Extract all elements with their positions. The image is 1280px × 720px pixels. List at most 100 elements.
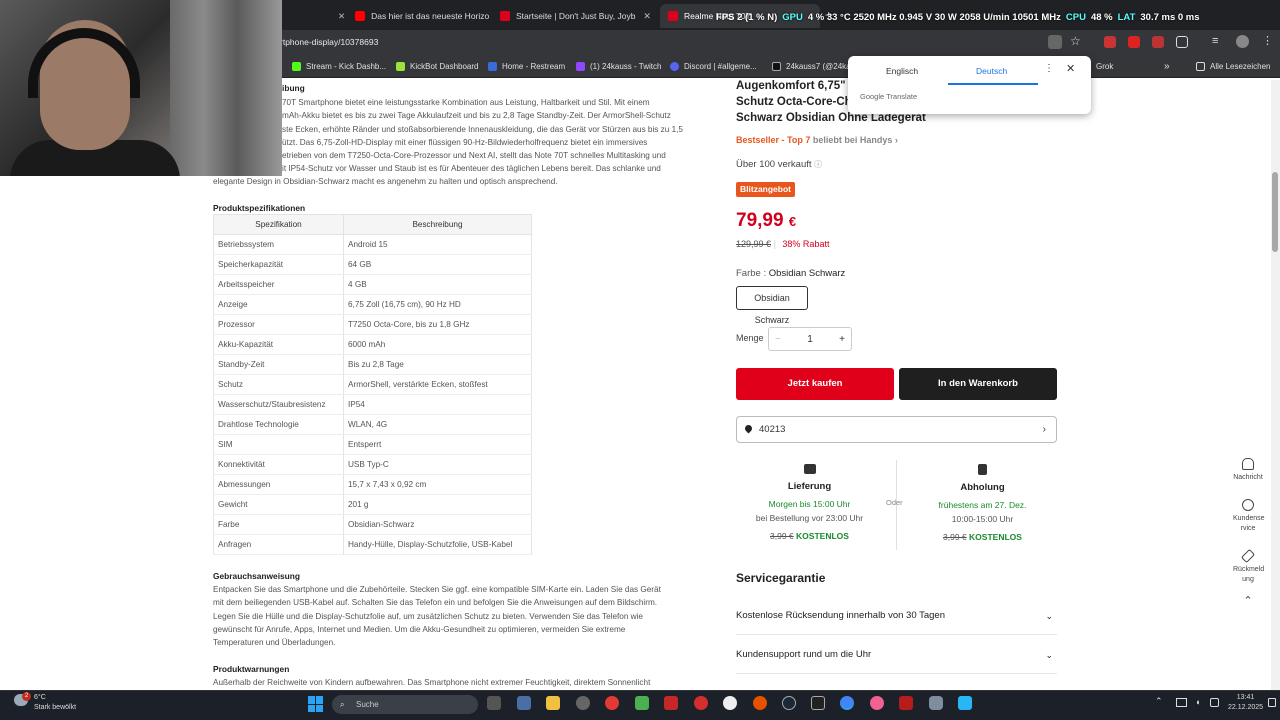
more-options-icon[interactable]: ⋮ xyxy=(1044,63,1054,74)
bookmark-label: Stream - Kick Dashb... xyxy=(306,61,387,71)
spec-value: Android 15 xyxy=(343,234,532,255)
app-icon[interactable] xyxy=(929,696,943,710)
spec-name: Schutz xyxy=(213,374,344,395)
browser-tab-store[interactable]: Startseite | Don't Just Buy, Joyb ✕ xyxy=(492,4,654,28)
floating-label: Rückmeld ung xyxy=(1233,566,1265,583)
tab-search-icon[interactable]: ≡ xyxy=(1212,35,1218,47)
steam-icon[interactable] xyxy=(782,696,796,710)
clock[interactable]: 13:41 22.12.2025 xyxy=(1228,693,1263,713)
bookmark-item[interactable]: 24kauss7 (@24ka xyxy=(772,58,851,74)
chevron-right-icon: › xyxy=(894,135,898,145)
spec-name: Drahtlose Technologie xyxy=(213,414,344,435)
feedback-button[interactable]: Rückmeld ung xyxy=(1226,548,1270,585)
kick-icon xyxy=(292,61,301,71)
weather-widget[interactable]: 6°C Stark bewölkt xyxy=(34,693,76,713)
floating-label: Kundense rvice xyxy=(1233,515,1265,532)
app-icon[interactable] xyxy=(958,696,972,710)
flash-deal-badge: Blitzangebot xyxy=(736,182,795,197)
pickup-option[interactable]: Abholung frühestens am 27. Dez. 10:00-15… xyxy=(910,460,1055,544)
app-icon[interactable] xyxy=(899,696,913,710)
bestseller-badge[interactable]: Bestseller - Top 7 beliebt bei Handys › xyxy=(736,135,898,145)
quantity-value[interactable]: 1 xyxy=(807,334,813,345)
specs-table: Spezifikation Beschreibung Betriebssyste… xyxy=(213,214,532,555)
volume-icon[interactable]: ◖ xyxy=(1195,697,1200,707)
battery-icon[interactable] xyxy=(1210,698,1219,707)
color-option-button[interactable]: Obsidian Schwarz xyxy=(736,286,808,325)
accordion-support[interactable]: Kundensupport rund um die Uhr ⌄ xyxy=(736,636,1057,674)
mouse-app-icon[interactable] xyxy=(576,696,590,710)
delivery-option[interactable]: Lieferung Morgen bis 15:00 Uhr bei Beste… xyxy=(737,460,882,543)
extension-icon[interactable] xyxy=(1104,36,1116,48)
notifications-button[interactable]: Nachricht xyxy=(1226,458,1270,483)
browser-tab-youtube[interactable]: ✕ Das hier ist das neueste Horizo xyxy=(330,4,490,28)
tray-chevron-up-icon[interactable]: ⌃ xyxy=(1155,696,1163,707)
network-icon[interactable] xyxy=(1176,698,1187,707)
accordion-returns[interactable]: Kostenlose Rücksendung innerhalb von 30 … xyxy=(736,597,1057,635)
old-price-row: 129,99 € | 38% Rabatt xyxy=(736,239,830,249)
spec-value: Entsperrt xyxy=(343,434,532,455)
bookmark-item[interactable]: (1) 24kauss - Twitch xyxy=(576,58,661,74)
bookmark-item[interactable]: Discord | #allgeme... xyxy=(670,58,757,74)
extension-icon[interactable] xyxy=(1152,36,1164,48)
table-row: Arbeitsspeicher 4 GB xyxy=(213,274,532,295)
url-field[interactable]: rtphone-display/10378693 xyxy=(280,34,1080,51)
start-button[interactable] xyxy=(308,696,324,712)
store-icon xyxy=(668,11,678,21)
floating-label: Nachricht xyxy=(1233,474,1263,481)
bookmark-star-icon[interactable]: ☆ xyxy=(1070,34,1081,48)
bookmark-item[interactable]: Home - Restream xyxy=(488,58,565,74)
spec-value: IP54 xyxy=(343,394,532,415)
obs-icon[interactable] xyxy=(723,696,737,710)
profile-avatar[interactable] xyxy=(1236,35,1249,48)
bookmark-item[interactable]: Grok xyxy=(1096,58,1113,74)
spec-value: T7250 Octa-Core, bis zu 1,8 GHz xyxy=(343,314,532,335)
tiktok-icon xyxy=(772,61,781,71)
extensions-puzzle-icon[interactable] xyxy=(1176,36,1188,48)
add-to-cart-button[interactable]: In den Warenkorb xyxy=(899,368,1057,400)
spec-name: SIM xyxy=(213,434,344,455)
plus-button[interactable]: + xyxy=(839,334,845,345)
file-explorer-icon[interactable] xyxy=(546,696,560,710)
bookmarks-overflow-icon[interactable]: » xyxy=(1164,58,1170,74)
app-icon[interactable] xyxy=(664,696,678,710)
close-icon[interactable]: ✕ xyxy=(1066,62,1075,75)
spec-value: USB Typ-C xyxy=(343,454,532,475)
extension-icon[interactable] xyxy=(1128,36,1140,48)
postal-code-selector[interactable]: 40213 › xyxy=(736,416,1057,443)
task-view-icon[interactable] xyxy=(487,696,501,710)
bestseller-category: beliebt bei Handys xyxy=(812,135,893,145)
menu-icon[interactable]: ⋮ xyxy=(1262,34,1273,47)
bookmark-item[interactable]: KickBot Dashboard xyxy=(396,58,478,74)
scrollbar-thumb[interactable] xyxy=(1272,172,1278,252)
minus-button[interactable]: − xyxy=(775,334,781,345)
old-price: 129,99 € xyxy=(736,239,772,249)
tab-close-icon[interactable]: ✕ xyxy=(338,11,345,22)
bookmark-label: 24kauss7 (@24ka xyxy=(786,61,851,71)
customer-service-button[interactable]: Kundense rvice xyxy=(1226,499,1270,534)
app-icon[interactable] xyxy=(870,696,884,710)
bookmark-item[interactable]: Stream - Kick Dashb... xyxy=(292,58,386,74)
chrome-icon[interactable] xyxy=(840,696,854,710)
kickbot-icon xyxy=(396,61,405,71)
chevron-up-icon: ⌃ xyxy=(1243,595,1253,607)
app-icon[interactable] xyxy=(517,696,531,710)
epic-games-icon[interactable] xyxy=(811,696,825,710)
app-icon[interactable] xyxy=(694,696,708,710)
spec-name: Akku-Kapazität xyxy=(213,334,344,355)
info-icon[interactable]: ⓘ xyxy=(814,160,822,169)
translate-lang-english[interactable]: Englisch xyxy=(886,64,918,86)
table-row: Akku-Kapazität 6000 mAh xyxy=(213,334,532,355)
app-icon[interactable] xyxy=(605,696,619,710)
app-icon[interactable] xyxy=(635,696,649,710)
notification-center-icon[interactable] xyxy=(1268,698,1276,707)
app-icon[interactable] xyxy=(753,696,767,710)
taskbar-search[interactable]: ⌕ Suche xyxy=(332,695,478,714)
translate-icon[interactable] xyxy=(1048,35,1062,49)
quantity-stepper[interactable]: − 1 + xyxy=(768,327,852,351)
spec-value: 201 g xyxy=(343,494,532,515)
back-to-top-button[interactable]: ⌃ xyxy=(1226,595,1270,607)
tab-close-icon[interactable]: ✕ xyxy=(643,11,651,22)
buy-now-button[interactable]: Jetzt kaufen xyxy=(736,368,894,400)
all-bookmarks[interactable]: Alle Lesezeichen xyxy=(1196,58,1270,74)
overlay-fps: FPS 2 (1 % N) xyxy=(716,11,778,23)
